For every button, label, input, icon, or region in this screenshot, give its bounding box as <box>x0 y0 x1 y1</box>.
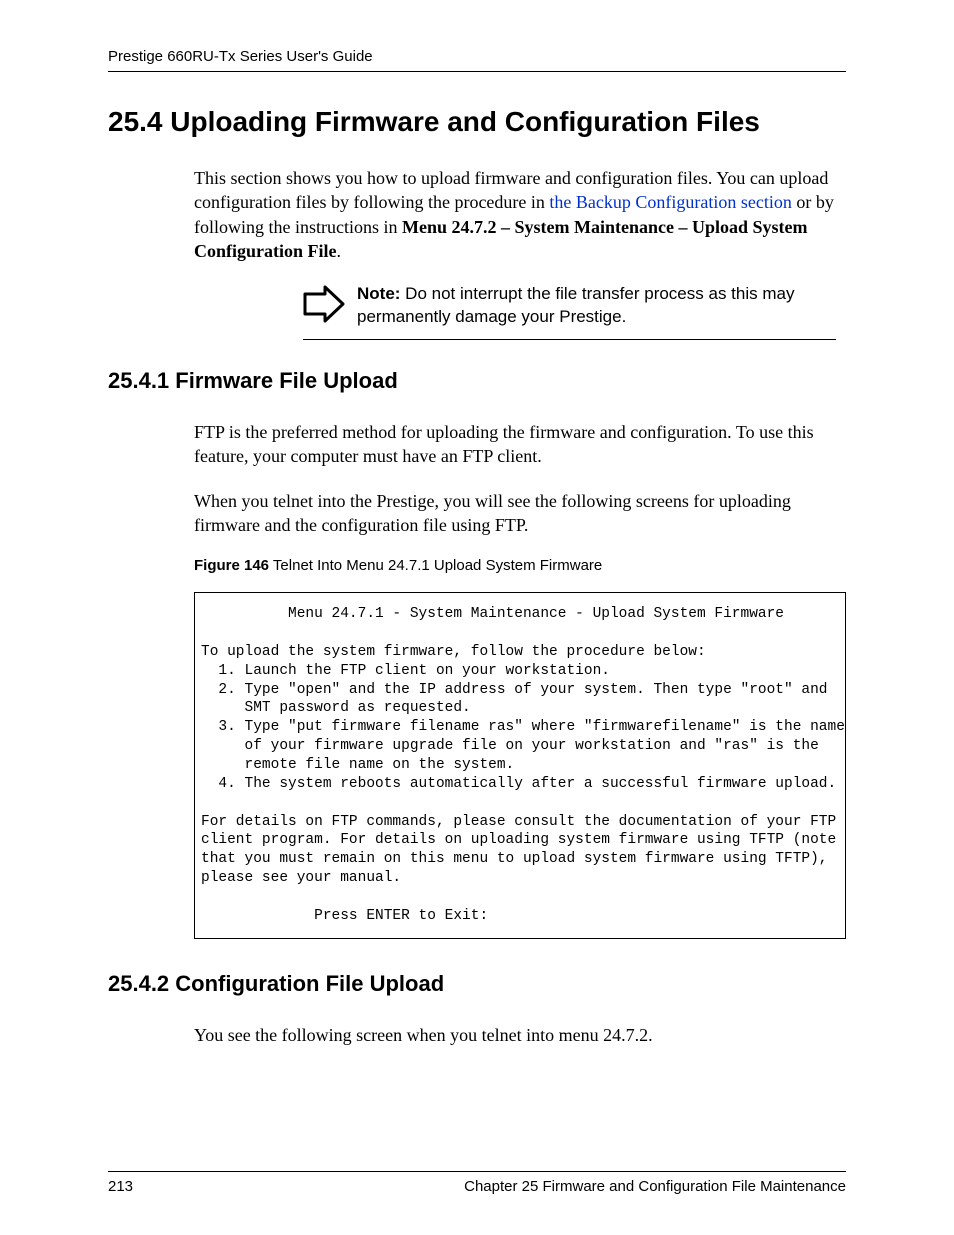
figure-title: Telnet Into Menu 24.7.1 Upload System Fi… <box>269 557 602 574</box>
chapter-title: Chapter 25 Firmware and Configuration Fi… <box>464 1178 846 1195</box>
note-text: Note: Do not interrupt the file transfer… <box>357 283 836 329</box>
telnet-screen-code: Menu 24.7.1 - System Maintenance - Uploa… <box>194 592 846 938</box>
figure-146-caption: Figure 146 Telnet Into Menu 24.7.1 Uploa… <box>194 557 846 574</box>
section-2541-para2: When you telnet into the Prestige, you w… <box>194 489 846 538</box>
page-number: 213 <box>108 1178 133 1195</box>
guide-title: Prestige 660RU-Tx Series User's Guide <box>108 48 373 65</box>
section-heading-2542: 25.4.2 Configuration File Upload <box>108 971 846 997</box>
section-2542-para1: You see the following screen when you te… <box>194 1023 846 1047</box>
figure-label: Figure 146 <box>194 557 269 574</box>
para-end: . <box>337 241 342 261</box>
note-label: Note: <box>357 284 400 303</box>
backup-config-link[interactable]: the Backup Configuration section <box>549 192 791 212</box>
arrow-right-icon <box>303 285 347 328</box>
page-footer: 213 Chapter 25 Firmware and Configuratio… <box>108 1171 846 1195</box>
note-block: Note: Do not interrupt the file transfer… <box>303 283 836 340</box>
section-254-paragraph: This section shows you how to upload fir… <box>194 166 846 263</box>
section-heading-254: 25.4 Uploading Firmware and Configuratio… <box>108 106 846 138</box>
page-header: Prestige 660RU-Tx Series User's Guide <box>108 48 846 72</box>
note-body: Do not interrupt the file transfer proce… <box>357 284 794 326</box>
section-heading-2541: 25.4.1 Firmware File Upload <box>108 368 846 394</box>
section-2541-para1: FTP is the preferred method for uploadin… <box>194 420 846 469</box>
